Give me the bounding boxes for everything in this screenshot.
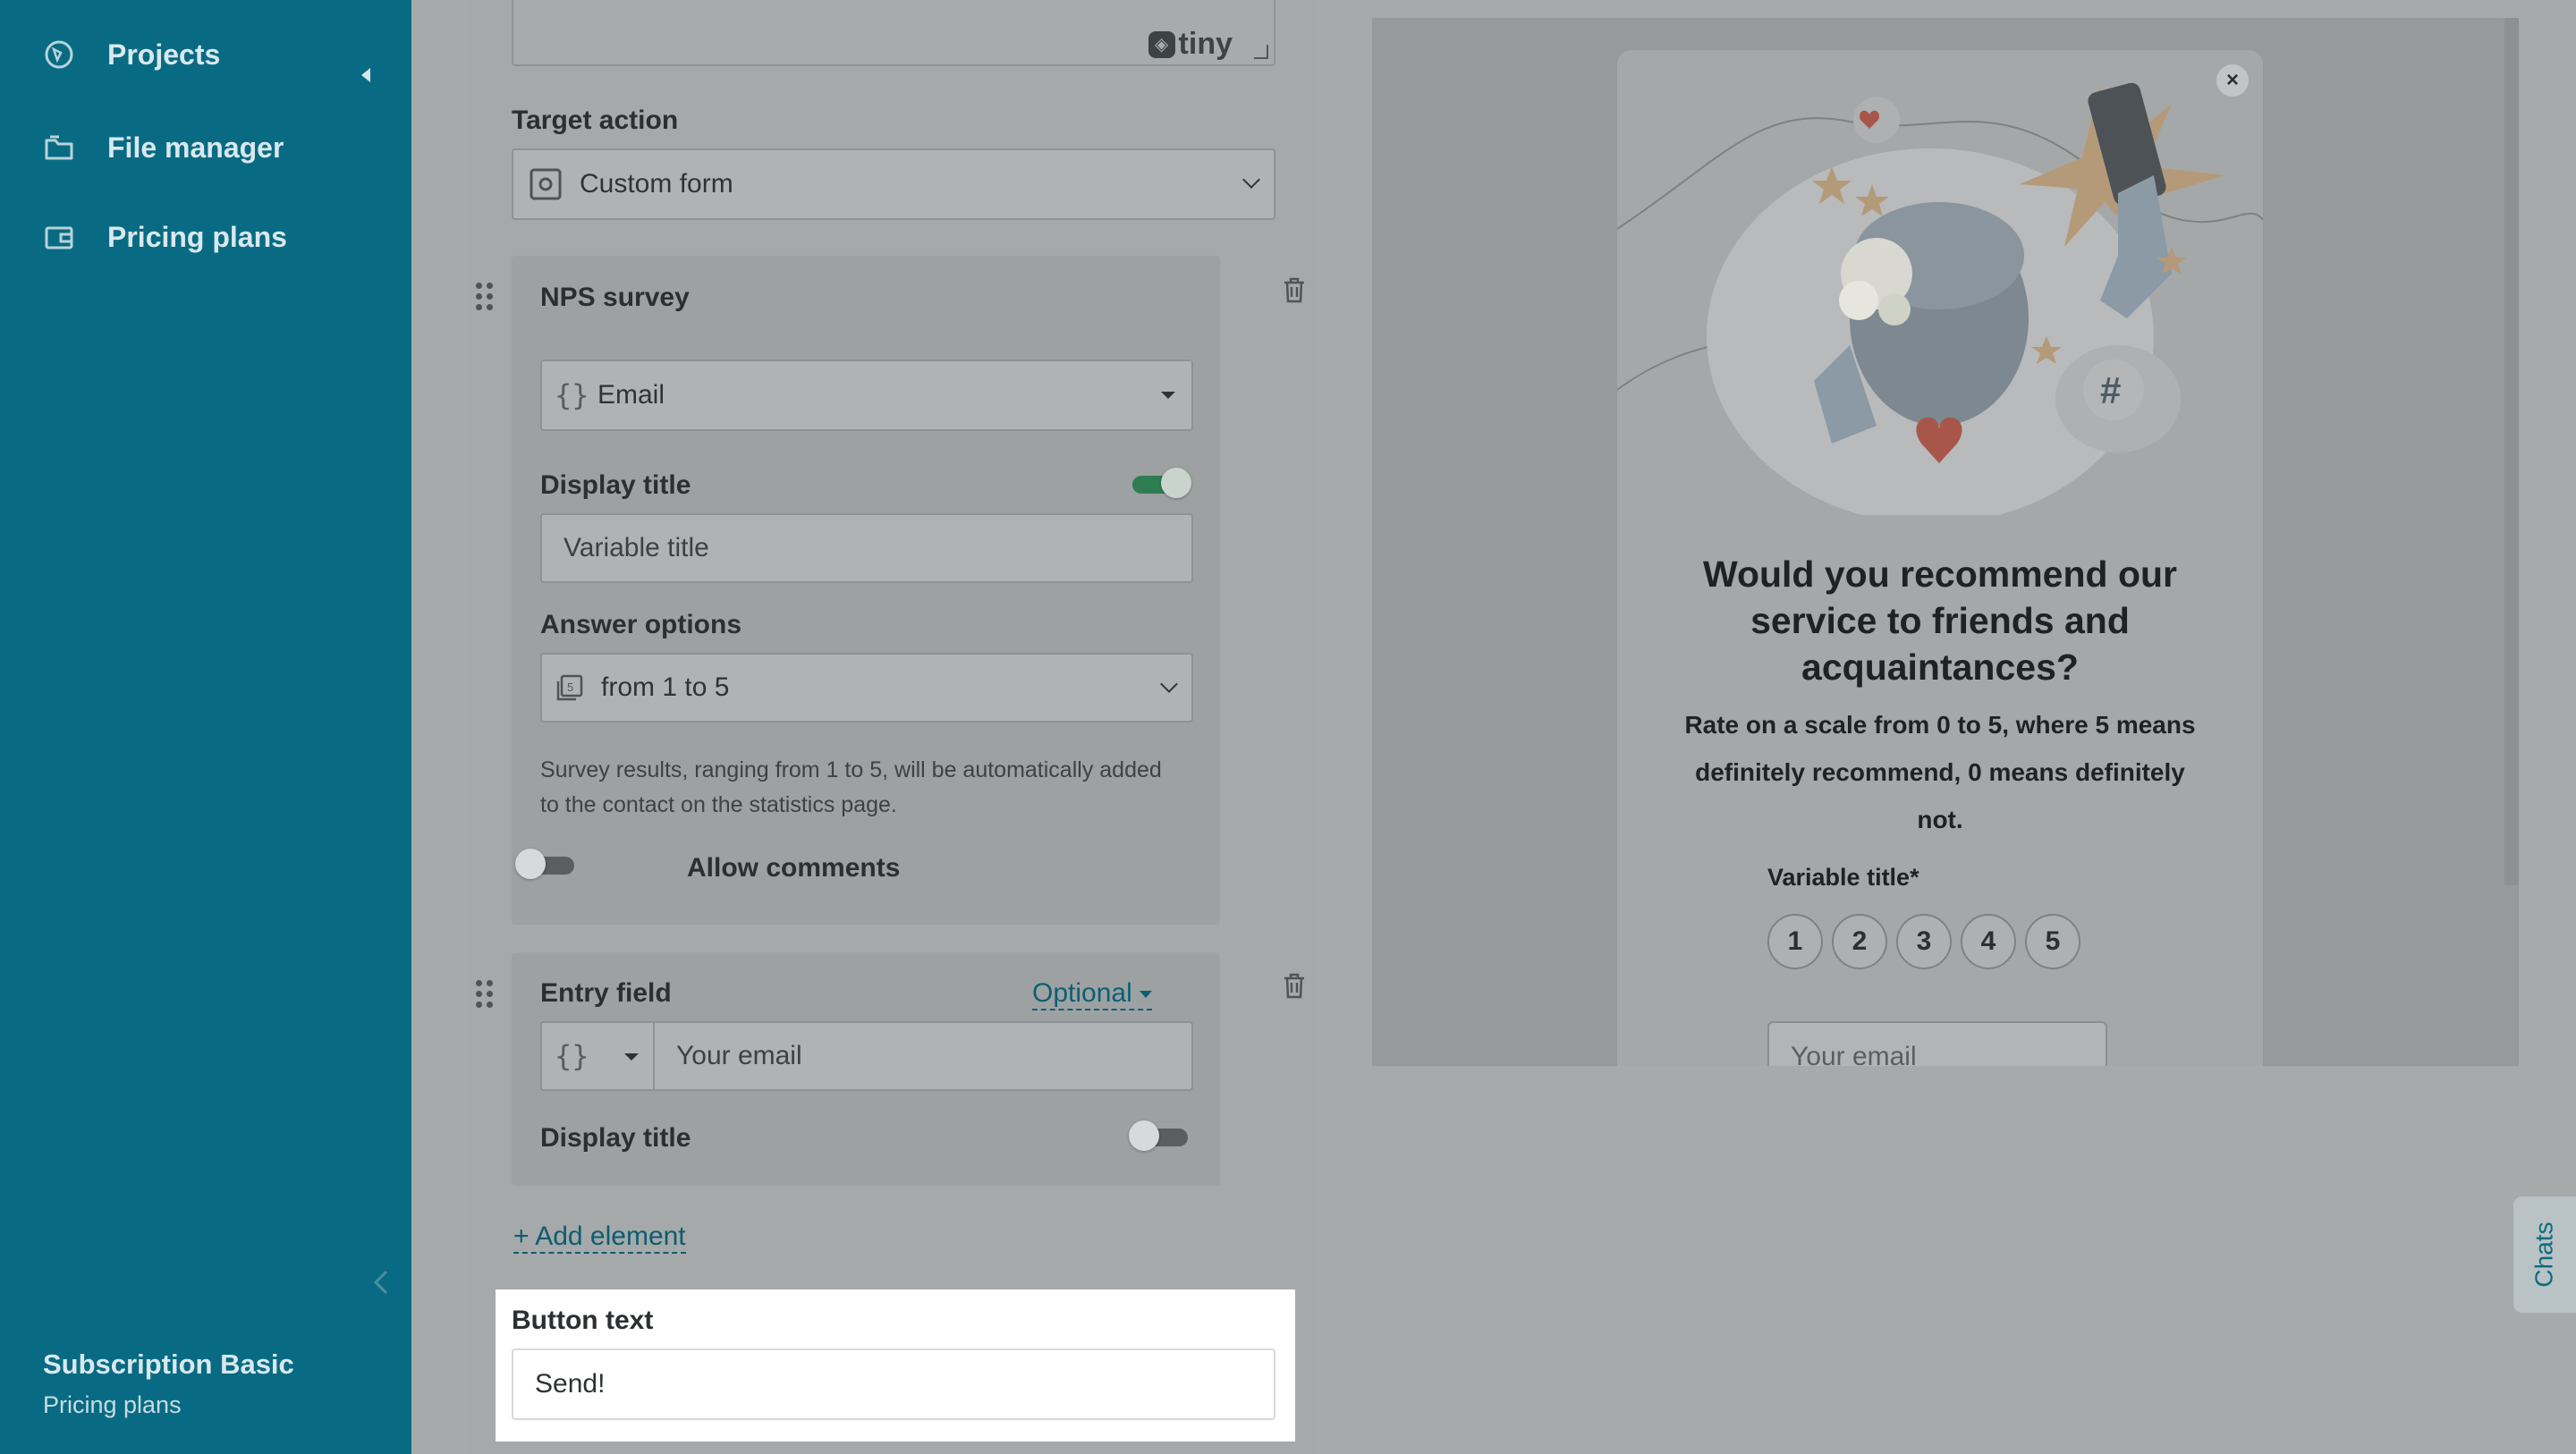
sidebar-item-label: File manager — [107, 131, 284, 164]
rating-option[interactable]: 4 — [1961, 914, 2016, 969]
plan-name: Subscription Basic — [43, 1348, 294, 1380]
rating-option[interactable]: 5 — [2025, 914, 2080, 969]
chevron-down-icon — [1160, 675, 1178, 693]
nps-survey-title: NPS survey — [540, 283, 690, 312]
add-element-link[interactable]: + Add element — [513, 1222, 686, 1254]
chevron-left-icon[interactable] — [370, 1268, 392, 1297]
plan-link[interactable]: Pricing plans — [43, 1391, 182, 1419]
rich-text-editor[interactable]: ◈ tiny — [512, 0, 1275, 66]
button-text-section: Button text Send! — [496, 1289, 1295, 1441]
answer-options-select[interactable]: 5 from 1 to 5 — [540, 653, 1193, 723]
drag-handle-icon[interactable] — [476, 283, 494, 311]
entry-field-title: Entry field — [540, 978, 672, 1008]
allow-comments-label: Allow comments — [687, 853, 901, 883]
rating-option[interactable]: 3 — [1896, 914, 1952, 969]
chats-label: Chats — [2530, 1222, 2558, 1288]
variable-title-input[interactable]: Variable title — [540, 513, 1193, 583]
drag-handle-icon[interactable] — [476, 980, 494, 1009]
sidebar-item-projects[interactable]: Projects — [0, 23, 411, 86]
popup-preview: # × Would you recommend our service to f… — [1617, 50, 2263, 1066]
display-title-label: Display title — [540, 470, 691, 500]
tiny-mark-icon: ◈ — [1148, 30, 1175, 58]
rating-option[interactable]: 1 — [1767, 914, 1823, 969]
variable-braces-icon: {} — [555, 378, 589, 412]
display-title-label: Display title — [540, 1123, 691, 1153]
chevron-down-icon — [1242, 171, 1260, 189]
caret-down-icon — [624, 1053, 639, 1061]
close-button[interactable]: × — [2216, 64, 2249, 97]
variable-select[interactable]: {} Email — [540, 359, 1193, 431]
popup-email-input[interactable]: Your email — [1767, 1021, 2107, 1066]
sidebar-item-label: Projects — [107, 38, 221, 71]
tiny-logo: ◈ tiny — [1148, 27, 1233, 62]
chats-tab[interactable]: Chats — [2513, 1196, 2576, 1313]
form-settings-icon — [530, 168, 562, 200]
wallet-icon — [45, 226, 73, 249]
allow-comments-toggle[interactable] — [515, 848, 578, 880]
nps-survey-card: NPS survey {} Email Display title Variab… — [476, 256, 1304, 925]
sidebar-item-pricing-plans[interactable]: Pricing plans — [0, 206, 411, 268]
variable-value: Email — [597, 380, 665, 410]
popup-field-label: Variable title* — [1767, 864, 1919, 891]
popup-description: Rate on a scale from 0 to 5, where 5 mea… — [1684, 711, 2196, 833]
survey-hint: Survey results, ranging from 1 to 5, wil… — [540, 757, 1162, 817]
trash-icon[interactable] — [1281, 971, 1308, 1000]
svg-text:5: 5 — [567, 681, 573, 694]
rating-option[interactable]: 2 — [1832, 914, 1887, 969]
resize-handle-icon[interactable] — [1254, 45, 1268, 59]
preview-scrollbar[interactable] — [2504, 18, 2519, 885]
sidebar-item-label: Pricing plans — [107, 220, 287, 253]
button-text-input[interactable]: Send! — [512, 1348, 1275, 1420]
sidebar: Projects File manager Pricing plans Subs… — [0, 0, 411, 1454]
entry-placeholder-input[interactable]: Your email — [653, 1021, 1193, 1091]
answer-options-label: Answer options — [540, 610, 742, 639]
svg-text:#: # — [2100, 369, 2121, 411]
display-title-toggle[interactable] — [1129, 467, 1191, 499]
caret-down-icon — [1161, 392, 1175, 399]
button-text-label: Button text — [512, 1306, 654, 1335]
entry-variable-select[interactable]: {} — [540, 1021, 655, 1091]
caret-down-icon — [1139, 991, 1152, 999]
optional-dropdown[interactable]: Optional — [1032, 978, 1152, 1010]
editor-panel: ◈ tiny Target action Custom form NPS sur… — [469, 0, 1317, 1454]
caret-left-icon[interactable] — [361, 68, 370, 82]
sidebar-item-file-manager[interactable]: File manager — [0, 116, 411, 179]
scale-icon: 5 — [556, 674, 583, 701]
answer-options-value: from 1 to 5 — [601, 672, 730, 702]
projects-icon — [45, 40, 73, 69]
form-preview: # × Would you recommend our service to f… — [1372, 18, 2519, 1066]
target-action-label: Target action — [512, 106, 679, 135]
popup-illustration: # — [1617, 82, 2263, 515]
popup-title: Would you recommend our service to frien… — [1703, 554, 2177, 688]
rating-scale: 1 2 3 4 5 — [1767, 914, 2080, 969]
target-action-value: Custom form — [580, 169, 733, 199]
folder-icon — [45, 135, 73, 160]
variable-braces-icon: {} — [555, 1039, 589, 1073]
entry-display-title-toggle[interactable] — [1129, 1120, 1191, 1152]
trash-icon[interactable] — [1281, 275, 1308, 304]
target-action-select[interactable]: Custom form — [512, 148, 1275, 220]
entry-field-card: Entry field Optional {} Your email Displ… — [476, 953, 1304, 1186]
